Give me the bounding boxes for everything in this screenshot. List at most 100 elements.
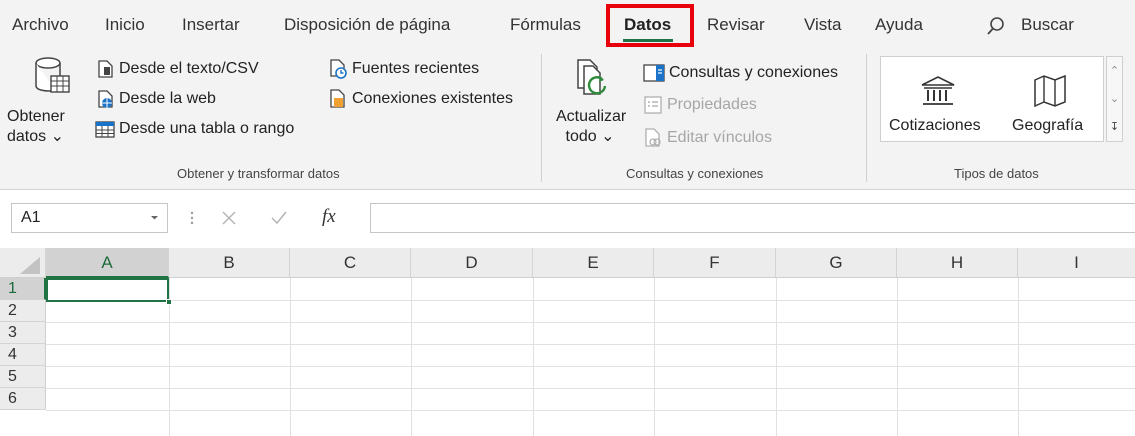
properties-icon bbox=[644, 96, 662, 114]
grid-line bbox=[1018, 278, 1019, 436]
formula-controls: fx bbox=[190, 203, 369, 233]
refresh-all-label-1: Actualizar bbox=[556, 108, 627, 125]
get-data-button[interactable]: Obtener datos ⌄ bbox=[7, 107, 67, 147]
grid-line bbox=[46, 366, 1135, 367]
grid-line bbox=[290, 278, 291, 436]
enter-check-icon[interactable] bbox=[270, 210, 288, 226]
refresh-all-label-2: todo ⌄ bbox=[565, 128, 615, 145]
name-box[interactable]: A1 bbox=[11, 203, 168, 233]
tab-revisar[interactable]: Revisar bbox=[707, 15, 765, 35]
text-file-icon bbox=[98, 60, 113, 78]
select-all-icon bbox=[20, 257, 40, 274]
tab-ayuda[interactable]: Ayuda bbox=[875, 15, 923, 35]
column-header-g[interactable]: G bbox=[776, 248, 897, 278]
name-box-value: A1 bbox=[21, 209, 41, 226]
column-header-f[interactable]: F bbox=[654, 248, 776, 278]
refresh-all-button[interactable]: Actualizar todo ⌄ bbox=[556, 107, 627, 147]
grid-line bbox=[46, 344, 1135, 345]
queries-connections-label: Consultas y conexiones bbox=[669, 64, 838, 81]
existing-connections-label: Conexiones existentes bbox=[352, 90, 513, 107]
from-web-button[interactable]: Desde la web bbox=[95, 89, 216, 109]
edit-links-label: Editar vínculos bbox=[667, 129, 772, 146]
grid-line bbox=[46, 410, 1135, 411]
get-data-label-2: datos ⌄ bbox=[7, 128, 64, 145]
search-icon[interactable] bbox=[986, 16, 1006, 36]
row-header-3[interactable]: 3 bbox=[0, 322, 46, 344]
refresh-all-icon bbox=[577, 59, 607, 95]
grid-line bbox=[776, 278, 777, 436]
edit-links-button[interactable]: Editar vínculos bbox=[643, 128, 772, 148]
grid-line bbox=[897, 278, 898, 436]
from-table-button[interactable]: Desde una tabla o rango bbox=[95, 119, 294, 139]
stocks-label: Cotizaciones bbox=[889, 117, 981, 134]
data-types-gallery: Cotizaciones Geografía bbox=[880, 56, 1104, 142]
geography-label: Geografía bbox=[1012, 117, 1084, 134]
existing-connections-button[interactable]: Conexiones existentes bbox=[328, 89, 513, 109]
column-header-i[interactable]: I bbox=[1018, 248, 1135, 278]
row-header-4[interactable]: 4 bbox=[0, 344, 46, 366]
table-icon bbox=[95, 121, 115, 138]
tab-insertar[interactable]: Insertar bbox=[182, 15, 240, 35]
geography-button[interactable]: Geografía bbox=[999, 57, 1103, 141]
drag-handle-icon[interactable] bbox=[189, 209, 195, 227]
formula-bar: A1 fx bbox=[0, 190, 1135, 248]
queries-connections-button[interactable]: Consultas y conexiones bbox=[643, 63, 838, 83]
recent-sources-button[interactable]: Fuentes recientes bbox=[328, 59, 479, 79]
recent-sources-icon bbox=[330, 59, 347, 79]
tab-inicio[interactable]: Inicio bbox=[105, 15, 145, 35]
properties-button[interactable]: Propiedades bbox=[643, 95, 757, 115]
ribbon: Obtener datos ⌄ Desde el texto/CSV Desde… bbox=[0, 48, 1135, 190]
group-label-queries: Consultas y conexiones bbox=[626, 166, 764, 181]
column-header-d[interactable]: D bbox=[411, 248, 533, 278]
database-icon bbox=[35, 57, 70, 93]
tab-archivo[interactable]: Archivo bbox=[12, 15, 69, 35]
stocks-button[interactable]: Cotizaciones bbox=[881, 57, 999, 141]
row-header-1[interactable]: 1 bbox=[0, 278, 46, 300]
from-table-label: Desde una tabla o rango bbox=[119, 120, 295, 137]
grid-line bbox=[411, 278, 412, 436]
row-header-6[interactable]: 6 bbox=[0, 388, 46, 410]
search-label[interactable]: Buscar bbox=[1021, 15, 1074, 35]
scroll-down-icon[interactable]: ⌄ bbox=[1107, 85, 1122, 113]
more-options-icon[interactable]: ↧ bbox=[1107, 113, 1122, 141]
existing-connections-icon bbox=[330, 89, 345, 108]
group-label-get-transform: Obtener y transformar datos bbox=[177, 166, 340, 181]
grid-line bbox=[46, 322, 1135, 323]
insert-function-icon[interactable]: fx bbox=[322, 206, 336, 228]
grid-line bbox=[654, 278, 655, 436]
properties-label: Propiedades bbox=[667, 96, 757, 113]
web-file-icon bbox=[98, 90, 113, 108]
get-data-label-1: Obtener bbox=[7, 108, 65, 125]
column-header-b[interactable]: B bbox=[169, 248, 290, 278]
grid-line bbox=[533, 278, 534, 436]
tab-disposicion[interactable]: Disposición de página bbox=[284, 15, 450, 35]
highlight-box bbox=[606, 4, 694, 47]
fill-handle[interactable] bbox=[166, 299, 172, 305]
column-header-e[interactable]: E bbox=[533, 248, 654, 278]
recent-sources-label: Fuentes recientes bbox=[352, 60, 480, 77]
edit-links-icon bbox=[645, 128, 661, 147]
bank-icon bbox=[921, 76, 955, 105]
row-header-2[interactable]: 2 bbox=[0, 300, 46, 322]
from-web-label: Desde la web bbox=[119, 90, 216, 107]
grid-line bbox=[46, 300, 1135, 301]
group-label-data-types: Tipos de datos bbox=[954, 166, 1039, 181]
column-header-c[interactable]: C bbox=[290, 248, 411, 278]
active-cell-a1[interactable] bbox=[46, 278, 169, 302]
data-types-scrollbar[interactable]: ⌃ ⌄ ↧ bbox=[1106, 56, 1123, 142]
scroll-up-icon[interactable]: ⌃ bbox=[1107, 57, 1122, 85]
tab-formulas[interactable]: Fórmulas bbox=[510, 15, 581, 35]
tab-vista[interactable]: Vista bbox=[804, 15, 842, 35]
column-header-a[interactable]: A bbox=[46, 248, 169, 278]
ribbon-tabs: Archivo Inicio Insertar Disposición de p… bbox=[0, 0, 1135, 48]
row-header-5[interactable]: 5 bbox=[0, 366, 46, 388]
column-header-h[interactable]: H bbox=[897, 248, 1018, 278]
chevron-down-icon[interactable] bbox=[150, 213, 159, 222]
grid-line bbox=[46, 388, 1135, 389]
formula-input[interactable] bbox=[370, 203, 1135, 233]
select-all-corner[interactable] bbox=[0, 248, 46, 278]
group-separator bbox=[866, 54, 867, 182]
group-separator bbox=[541, 54, 542, 182]
from-text-csv-button[interactable]: Desde el texto/CSV bbox=[95, 59, 259, 79]
cancel-icon[interactable] bbox=[221, 210, 237, 226]
